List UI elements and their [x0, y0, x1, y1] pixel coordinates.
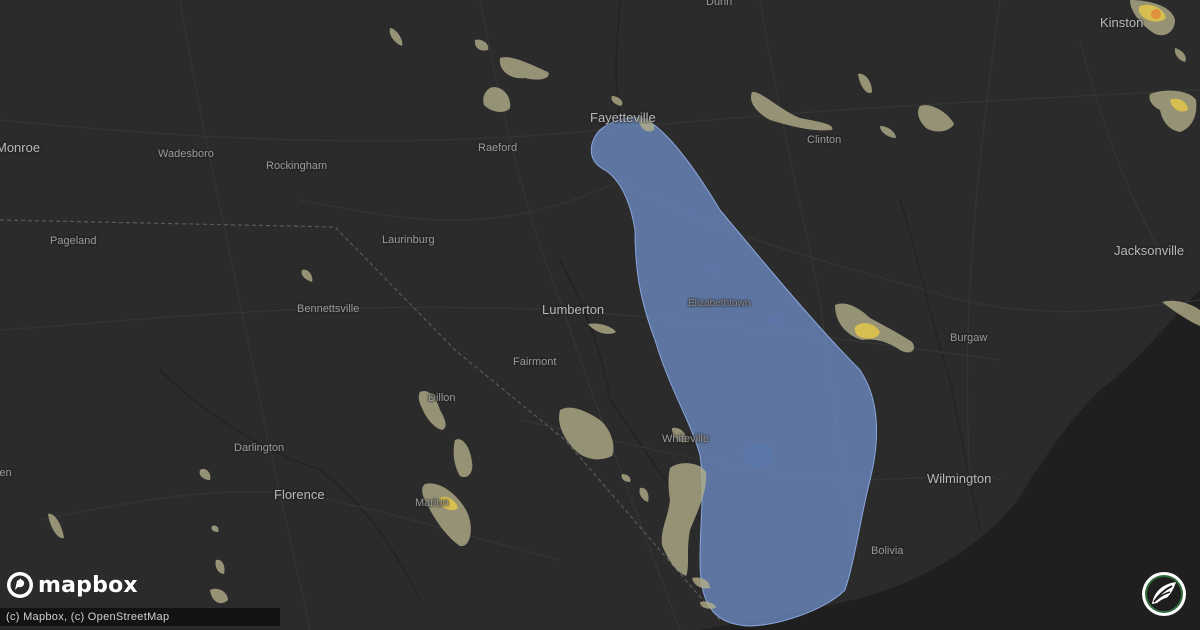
place-label: Laurinburg: [382, 234, 435, 246]
mapbox-icon: [7, 572, 33, 598]
map-canvas[interactable]: Dunn Kinston Monroe Fayetteville Wadesbo…: [0, 0, 1200, 630]
place-label: Pageland: [50, 235, 97, 247]
place-label: Lumberton: [542, 302, 605, 317]
place-label: Monroe: [0, 140, 41, 155]
place-label: Jacksonville: [1114, 243, 1185, 258]
map-attribution[interactable]: (c) Mapbox, (c) OpenStreetMap: [0, 608, 280, 626]
state-border: [0, 219, 721, 621]
place-label: Wadesboro: [158, 148, 214, 160]
place-label: Florence: [274, 487, 325, 502]
place-label: Bolivia: [871, 545, 904, 557]
place-label: Camden: [0, 467, 12, 479]
place-label: Raeford: [478, 142, 518, 154]
place-label: Darlington: [234, 442, 285, 454]
mapbox-logo[interactable]: mapbox: [6, 570, 138, 600]
mapbox-wordmark: mapbox: [38, 572, 138, 598]
place-label: Rockingham: [266, 160, 328, 172]
place-label: Dillon: [428, 392, 456, 404]
place-label: Elizabethtown: [688, 298, 751, 309]
place-label: Fayetteville: [590, 110, 656, 125]
storm-swath[interactable]: [590, 117, 877, 627]
place-label: Kinston: [1100, 15, 1144, 30]
place-label: Dunn: [706, 0, 733, 8]
place-label: Whiteville: [662, 433, 710, 445]
place-label: Burgaw: [950, 332, 988, 344]
place-label: Bennettsville: [297, 303, 360, 315]
place-label: Marion: [415, 497, 449, 509]
place-label: Wilmington: [927, 471, 992, 486]
storm-leaf-icon[interactable]: [1140, 570, 1188, 618]
place-label: Clinton: [807, 134, 842, 146]
place-label: Fairmont: [513, 356, 557, 368]
